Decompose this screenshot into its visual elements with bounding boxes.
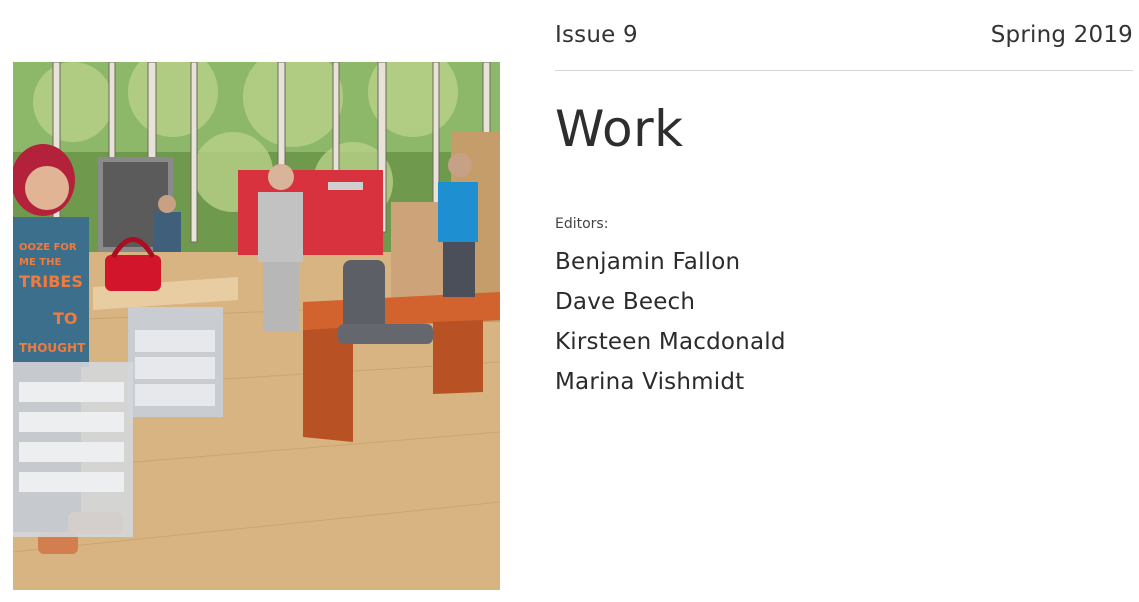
editor-name[interactable]: Marina Vishmidt — [555, 362, 786, 402]
editor-name[interactable]: Kirsteen Macdonald — [555, 322, 786, 362]
shirt-text-4: TO — [53, 309, 78, 328]
shirt-text-2: ME THE — [19, 257, 61, 268]
cover-illustration: OOZE FOR ME THE TRIBES TO THOUGHT — [13, 62, 500, 590]
editors-list: Benjamin Fallon Dave Beech Kirsteen Macd… — [555, 242, 786, 402]
issue-season: Spring 2019 — [990, 22, 1133, 48]
issue-number: Issue 9 — [555, 22, 638, 48]
shirt-text-5: THOUGHT — [19, 341, 86, 355]
issue-title: Work — [555, 100, 684, 158]
issue-header-row: Issue 9 Spring 2019 — [555, 0, 1133, 71]
editor-name[interactable]: Benjamin Fallon — [555, 242, 786, 282]
editors-label: Editors: — [555, 216, 609, 232]
editor-name[interactable]: Dave Beech — [555, 282, 786, 322]
cover-image: OOZE FOR ME THE TRIBES TO THOUGHT — [13, 62, 500, 590]
shirt-text-1: OOZE FOR — [19, 242, 77, 253]
shirt-text-3: TRIBES — [19, 272, 83, 291]
issue-meta: Issue 9 Spring 2019 Work Editors: Benjam… — [555, 0, 1133, 395]
